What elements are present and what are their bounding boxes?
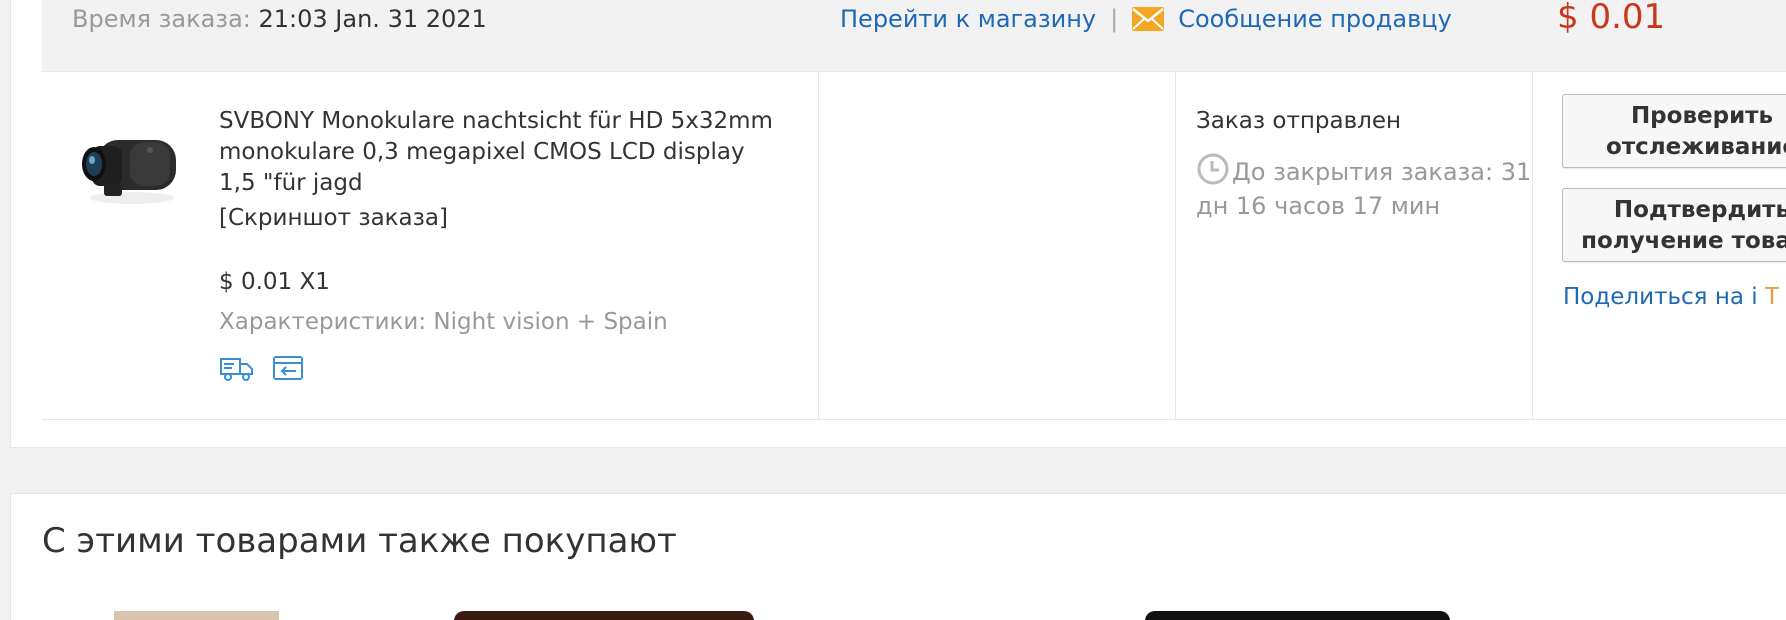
recommended-product-image[interactable] <box>114 611 279 620</box>
recommended-product-image[interactable] <box>811 611 901 620</box>
track-order-button[interactable]: Проверить отслеживание <box>1562 94 1786 168</box>
envelope-icon[interactable] <box>1132 7 1165 31</box>
order-card: Время заказа: 21:03 Jan. 31 2021 Перейти… <box>10 0 1786 448</box>
order-time-label: Время заказа: <box>72 5 251 33</box>
order-total: $ 0.01 <box>1557 0 1666 37</box>
order-time: Время заказа: 21:03 Jan. 31 2021 <box>72 5 487 33</box>
message-seller-link[interactable]: Сообщение продавцу <box>1178 5 1452 33</box>
order-header: Время заказа: 21:03 Jan. 31 2021 Перейти… <box>42 0 1786 72</box>
store-link[interactable]: Перейти к магазину <box>840 5 1096 33</box>
share-t-link[interactable]: T <box>1765 284 1779 310</box>
clock-icon <box>1196 152 1230 186</box>
product-price-quantity: $ 0.01 X1 <box>219 269 330 295</box>
delivery-truck-icon[interactable] <box>219 353 255 383</box>
service-icons <box>219 353 307 383</box>
order-time-value: 21:03 Jan. 31 2021 <box>258 5 487 33</box>
share-i-link[interactable]: i <box>1751 284 1757 310</box>
product-image[interactable] <box>70 106 190 226</box>
order-status: Заказ отправлен <box>1196 108 1402 134</box>
confirm-receipt-button[interactable]: Подтвердить получение товара <box>1562 188 1786 262</box>
recommendations-title: С этими товарами также покупают <box>42 521 677 561</box>
product-title-link[interactable]: SVBONY Monokulare nachtsicht für HD 5x32… <box>219 106 779 199</box>
column-divider <box>1175 72 1176 420</box>
product-specs: Характеристики: Night vision + Spain <box>219 309 668 335</box>
order-header-links: Перейти к магазину | Сообщение продавцу <box>840 5 1452 33</box>
recommended-product-image[interactable] <box>454 611 754 620</box>
column-divider <box>1532 72 1533 420</box>
recommendations-section: С этими товарами также покупают <box>10 493 1786 620</box>
column-divider <box>818 72 819 420</box>
recommended-product-image[interactable] <box>1145 611 1450 620</box>
return-box-icon[interactable] <box>271 353 307 383</box>
order-close-timer: До закрытия заказа: 31 дн 16 часов 17 ми… <box>1196 152 1536 223</box>
order-item-row: SVBONY Monokulare nachtsicht für HD 5x32… <box>42 72 1786 420</box>
order-close-timer-text: До закрытия заказа: 31 дн 16 часов 17 ми… <box>1196 158 1532 220</box>
order-snapshot-link[interactable]: [Скриншот заказа] <box>219 205 448 231</box>
share-label: Поделиться на <box>1563 284 1744 310</box>
link-separator: | <box>1110 5 1119 33</box>
share-links: Поделиться на i T a <box>1563 284 1786 310</box>
